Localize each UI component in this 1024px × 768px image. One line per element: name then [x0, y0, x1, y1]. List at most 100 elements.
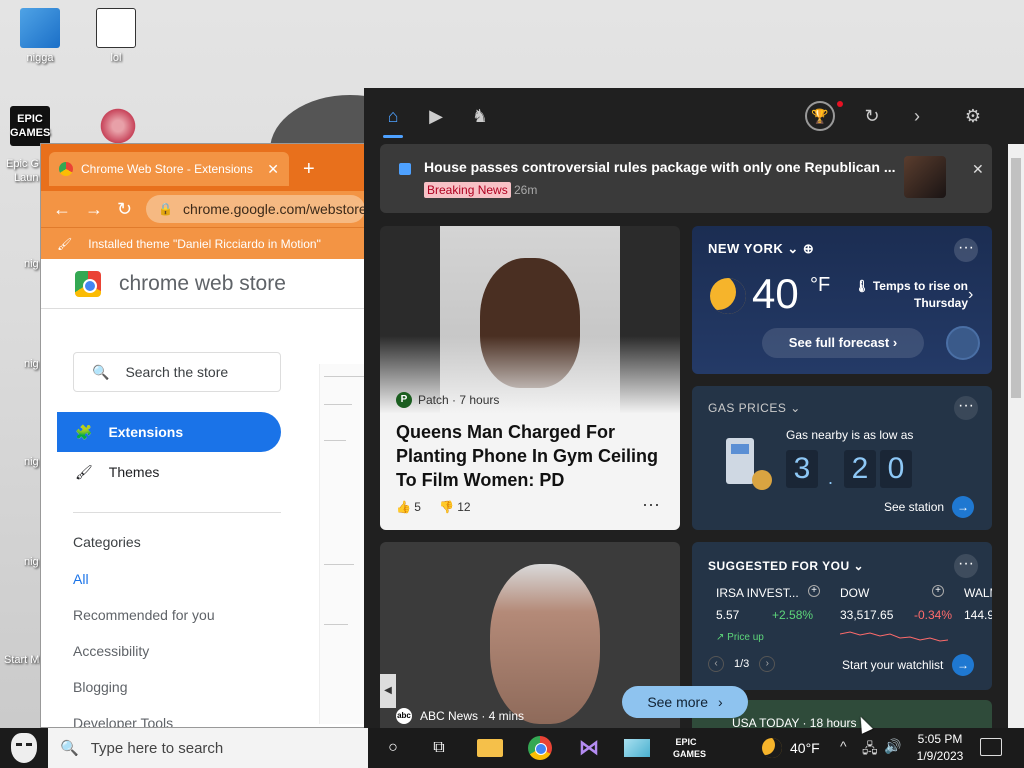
- source-text: Patch · 7 hours: [418, 393, 500, 407]
- arrow-right-icon[interactable]: →: [952, 654, 974, 676]
- desktop-icon-label: nig: [24, 258, 39, 270]
- gas-prices-card[interactable]: GAS PRICES ⌄ ··· Gas nearby is as low as…: [692, 386, 992, 530]
- dislike-button[interactable]: 👎 12: [439, 500, 471, 514]
- cortana-icon[interactable]: ○: [380, 736, 406, 760]
- weather-card[interactable]: NEW YORK ⌄ ⊕ ··· 40 °F 🌡 Temps to rise o…: [692, 226, 992, 374]
- temperature-unit: °F: [810, 274, 831, 296]
- preview-line: [324, 376, 364, 377]
- see-more-button[interactable]: See more ›: [622, 686, 748, 718]
- nav-themes-label: Themes: [108, 464, 160, 480]
- extension-preview-card[interactable]: [319, 364, 365, 724]
- desktop-icon-file[interactable]: lol: [86, 8, 146, 64]
- more-options-icon[interactable]: ···: [954, 238, 978, 262]
- start-watchlist-link[interactable]: Start your watchlist: [842, 658, 943, 672]
- epic-games-icon: EPIC GAMES: [10, 106, 50, 146]
- chevron-left-icon[interactable]: ◀: [380, 674, 396, 708]
- chevron-left-icon[interactable]: ‹: [708, 656, 724, 672]
- suggested-title[interactable]: SUGGESTED FOR YOU ⌄: [708, 559, 864, 573]
- more-options-icon[interactable]: ···: [954, 396, 978, 420]
- breaking-headline[interactable]: House passes controversial rules package…: [424, 159, 895, 175]
- chess-knight-icon[interactable]: ♞: [468, 104, 492, 128]
- category-all[interactable]: All: [73, 571, 89, 587]
- new-tab-button[interactable]: +: [303, 158, 315, 181]
- refresh-icon[interactable]: ↻: [860, 104, 884, 128]
- card-source: abc ABC News · 4 mins: [396, 708, 524, 724]
- category-developer-tools[interactable]: Developer Tools: [73, 715, 173, 727]
- category-recommended[interactable]: Recommended for you: [73, 607, 215, 623]
- weather-note[interactable]: 🌡 Temps to rise on Thursday: [848, 278, 968, 312]
- gear-icon[interactable]: ⚙: [961, 104, 985, 128]
- address-bar[interactable]: 🔒 chrome.google.com/webstore: [146, 195, 365, 223]
- reload-icon[interactable]: ↻: [117, 199, 132, 220]
- see-station-link[interactable]: See station: [884, 500, 944, 514]
- chevron-right-icon[interactable]: ›: [905, 104, 929, 128]
- epic-games-icon[interactable]: EPIC GAMES: [673, 736, 706, 760]
- add-icon[interactable]: +: [808, 585, 820, 597]
- close-tab-icon[interactable]: ✕: [267, 161, 279, 178]
- scrollbar-thumb[interactable]: [1011, 158, 1021, 398]
- clock[interactable]: 5:05 PM 1/9/2023: [906, 731, 974, 765]
- back-arrow-icon[interactable]: ←: [53, 199, 71, 220]
- chrome-icon[interactable]: [528, 736, 552, 760]
- visual-studio-icon[interactable]: ⋈: [576, 736, 602, 760]
- full-forecast-button[interactable]: See full forecast ›: [762, 328, 924, 358]
- stock-pager: ‹ 1/3 ›: [708, 656, 776, 672]
- card-headline[interactable]: Queens Man Charged For Planting Phone In…: [396, 420, 666, 492]
- home-icon[interactable]: ⌂: [381, 104, 405, 138]
- nav-extensions[interactable]: 🧩 Extensions: [57, 412, 281, 452]
- tab-bar: Chrome Web Store - Extensions ✕ +: [41, 144, 365, 191]
- taskbar-weather[interactable]: 40°F: [762, 728, 820, 768]
- search-icon: 🔍: [92, 363, 110, 380]
- chevron-right-icon[interactable]: ›: [759, 656, 776, 672]
- video-icon[interactable]: ▶: [424, 104, 448, 128]
- chrome-window: Chrome Web Store - Extensions ✕ + ← → ↻ …: [40, 143, 366, 728]
- notification-icon[interactable]: [980, 738, 1002, 756]
- weather-location[interactable]: NEW YORK ⌄ ⊕: [708, 241, 814, 257]
- paintbrush-icon: 🖌: [57, 236, 73, 251]
- taskbar-search-input[interactable]: 🔍 Type here to search: [48, 728, 368, 768]
- mask-icon: [11, 733, 37, 763]
- more-options-icon[interactable]: ···: [954, 554, 978, 578]
- taskbar-weather-text: 40°F: [790, 740, 820, 756]
- category-blogging[interactable]: Blogging: [73, 679, 128, 695]
- suggested-stocks-card[interactable]: SUGGESTED FOR YOU ⌄ ··· IRSA INVEST... +…: [692, 542, 992, 690]
- desktop-icon-label: Start M: [4, 654, 40, 666]
- news-widget-panel: ⌂ ▶ ♞ 🏆 ↻ › ⚙ House passes controversial…: [364, 88, 1024, 728]
- task-view-icon[interactable]: ⧉: [426, 736, 452, 760]
- desktop-icon-label: Epic G: [6, 158, 40, 170]
- nav-themes[interactable]: 🖌 Themes: [57, 452, 159, 492]
- news-card-queens[interactable]: P Patch · 7 hours Queens Man Charged For…: [380, 226, 680, 530]
- more-options-icon[interactable]: ···: [642, 494, 660, 515]
- temperature-value: 40: [752, 270, 799, 317]
- breaking-news-banner[interactable]: House passes controversial rules package…: [380, 144, 992, 213]
- chevron-right-icon[interactable]: ›: [968, 286, 973, 304]
- gas-title[interactable]: GAS PRICES ⌄: [708, 401, 801, 415]
- weather-map-thumbnail[interactable]: [946, 326, 980, 360]
- scrollbar[interactable]: [1008, 144, 1024, 728]
- monitor-icon: [20, 8, 60, 48]
- desktop-icon-computer[interactable]: nigga: [10, 8, 70, 64]
- close-icon[interactable]: ✕: [972, 161, 984, 178]
- chrome-web-store-logo[interactable]: [75, 270, 101, 297]
- flower-icon: [98, 106, 138, 146]
- preview-line: [324, 404, 352, 405]
- app-icon[interactable]: [624, 739, 650, 757]
- desktop-icon-label: nig: [24, 456, 39, 468]
- file-explorer-icon[interactable]: [477, 739, 503, 757]
- gas-price-separator: .: [828, 468, 834, 488]
- price-up-indicator: ↗ Price up: [716, 632, 764, 643]
- store-search-input[interactable]: 🔍 Search the store: [73, 352, 281, 392]
- store-title[interactable]: chrome web store: [119, 272, 286, 296]
- add-icon[interactable]: +: [932, 585, 944, 597]
- like-button[interactable]: 👍 5: [396, 500, 421, 514]
- category-accessibility[interactable]: Accessibility: [73, 643, 149, 659]
- volume-icon[interactable]: 🔊: [884, 738, 901, 755]
- forward-arrow-icon[interactable]: →: [85, 199, 103, 220]
- chevron-up-icon[interactable]: ^: [840, 738, 847, 754]
- start-button[interactable]: [0, 728, 48, 768]
- rewards-trophy-icon[interactable]: 🏆: [805, 101, 835, 131]
- search-placeholder: Type here to search: [90, 739, 224, 757]
- network-icon[interactable]: 🖧: [862, 738, 878, 762]
- arrow-right-icon[interactable]: →: [952, 496, 974, 518]
- tab-chrome-web-store[interactable]: Chrome Web Store - Extensions ✕: [49, 152, 289, 186]
